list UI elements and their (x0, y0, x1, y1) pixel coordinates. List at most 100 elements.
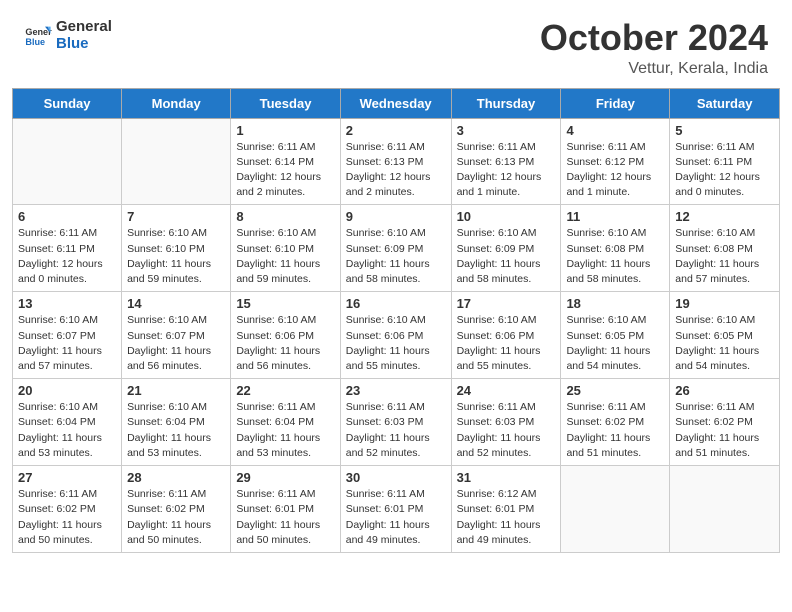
day-number: 23 (346, 383, 446, 398)
day-number: 30 (346, 470, 446, 485)
calendar-cell: 6 Sunrise: 6:11 AMSunset: 6:11 PMDaylight… (13, 205, 122, 292)
day-header-tuesday: Tuesday (231, 88, 340, 118)
calendar-cell: 27 Sunrise: 6:11 AMSunset: 6:02 PMDayligh… (13, 466, 122, 553)
day-info: Sunrise: 6:10 AMSunset: 6:05 PMDaylight:… (566, 313, 664, 374)
day-number: 13 (18, 296, 116, 311)
day-info: Sunrise: 6:10 AMSunset: 6:07 PMDaylight:… (127, 313, 225, 374)
calendar-cell: 5 Sunrise: 6:11 AMSunset: 6:11 PMDaylight… (670, 118, 780, 205)
calendar-cell: 26Sunrise: 6:11 AMSunset: 6:02 PMDayligh… (670, 379, 780, 466)
calendar-cell: 12 Sunrise: 6:10 AMSunset: 6:08 PMDayligh… (670, 205, 780, 292)
calendar-cell: 10 Sunrise: 6:10 AMSunset: 6:09 PMDayligh… (451, 205, 561, 292)
day-number: 21 (127, 383, 225, 398)
calendar-cell (561, 466, 670, 553)
day-header-wednesday: Wednesday (340, 88, 451, 118)
day-number: 15 (236, 296, 334, 311)
calendar-week-3: 13 Sunrise: 6:10 AMSunset: 6:07 PMDayligh… (13, 292, 780, 379)
logo: General Blue General Blue (24, 18, 112, 53)
calendar-cell: 18Sunrise: 6:10 AMSunset: 6:05 PMDayligh… (561, 292, 670, 379)
day-info: Sunrise: 6:10 AMSunset: 6:06 PMDaylight:… (346, 313, 446, 374)
day-number: 27 (18, 470, 116, 485)
day-info: Sunrise: 6:11 AMSunset: 6:04 PMDaylight:… (236, 400, 334, 461)
logo-icon: General Blue (24, 21, 52, 49)
calendar-cell: 17Sunrise: 6:10 AMSunset: 6:06 PMDayligh… (451, 292, 561, 379)
day-header-monday: Monday (122, 88, 231, 118)
day-number: 10 (457, 209, 556, 224)
day-info: Sunrise: 6:11 AMSunset: 6:01 PMDaylight:… (236, 487, 334, 548)
calendar-cell: 16Sunrise: 6:10 AMSunset: 6:06 PMDayligh… (340, 292, 451, 379)
title-block: October 2024 Vettur, Kerala, India (540, 18, 768, 78)
logo-text-general: General (56, 18, 112, 35)
day-number: 5 (675, 123, 774, 138)
day-info: Sunrise: 6:12 AMSunset: 6:01 PMDaylight:… (457, 487, 556, 548)
day-header-friday: Friday (561, 88, 670, 118)
day-number: 12 (675, 209, 774, 224)
day-number: 3 (457, 123, 556, 138)
day-number: 28 (127, 470, 225, 485)
day-info: Sunrise: 6:10 AMSunset: 6:08 PMDaylight:… (675, 226, 774, 287)
calendar-cell: 20 Sunrise: 6:10 AMSunset: 6:04 PMDayligh… (13, 379, 122, 466)
calendar-cell: 8 Sunrise: 6:10 AMSunset: 6:10 PMDaylight… (231, 205, 340, 292)
calendar-cell: 2Sunrise: 6:11 AMSunset: 6:13 PMDaylight… (340, 118, 451, 205)
calendar-cell: 25 Sunrise: 6:11 AMSunset: 6:02 PMDayligh… (561, 379, 670, 466)
calendar-cell: 14 Sunrise: 6:10 AMSunset: 6:07 PMDayligh… (122, 292, 231, 379)
calendar-cell: 1 Sunrise: 6:11 AMSunset: 6:14 PMDaylight… (231, 118, 340, 205)
day-number: 1 (236, 123, 334, 138)
calendar-cell: 11Sunrise: 6:10 AMSunset: 6:08 PMDayligh… (561, 205, 670, 292)
day-info: Sunrise: 6:10 AMSunset: 6:06 PMDaylight:… (457, 313, 556, 374)
calendar-header-row: SundayMondayTuesdayWednesdayThursdayFrid… (13, 88, 780, 118)
day-info: Sunrise: 6:11 AMSunset: 6:11 PMDaylight:… (675, 140, 774, 201)
month-title: October 2024 (540, 18, 768, 58)
day-info: Sunrise: 6:10 AMSunset: 6:07 PMDaylight:… (18, 313, 116, 374)
day-info: Sunrise: 6:11 AMSunset: 6:02 PMDaylight:… (18, 487, 116, 548)
calendar-cell (13, 118, 122, 205)
calendar-week-1: 1 Sunrise: 6:11 AMSunset: 6:14 PMDaylight… (13, 118, 780, 205)
day-header-thursday: Thursday (451, 88, 561, 118)
location-title: Vettur, Kerala, India (540, 60, 768, 78)
day-info: Sunrise: 6:11 AMSunset: 6:13 PMDaylight:… (457, 140, 556, 201)
day-header-sunday: Sunday (13, 88, 122, 118)
day-info: Sunrise: 6:11 AMSunset: 6:14 PMDaylight:… (236, 140, 334, 201)
day-info: Sunrise: 6:10 AMSunset: 6:09 PMDaylight:… (457, 226, 556, 287)
day-header-saturday: Saturday (670, 88, 780, 118)
day-number: 6 (18, 209, 116, 224)
calendar-week-5: 27 Sunrise: 6:11 AMSunset: 6:02 PMDayligh… (13, 466, 780, 553)
calendar-cell: 21 Sunrise: 6:10 AMSunset: 6:04 PMDayligh… (122, 379, 231, 466)
day-number: 8 (236, 209, 334, 224)
day-info: Sunrise: 6:11 AMSunset: 6:11 PMDaylight:… (18, 226, 116, 287)
calendar-cell: 28 Sunrise: 6:11 AMSunset: 6:02 PMDayligh… (122, 466, 231, 553)
calendar-cell: 13 Sunrise: 6:10 AMSunset: 6:07 PMDayligh… (13, 292, 122, 379)
day-number: 2 (346, 123, 446, 138)
day-info: Sunrise: 6:10 AMSunset: 6:04 PMDaylight:… (127, 400, 225, 461)
calendar-cell (670, 466, 780, 553)
calendar-cell: 23Sunrise: 6:11 AMSunset: 6:03 PMDayligh… (340, 379, 451, 466)
calendar-cell: 19Sunrise: 6:10 AMSunset: 6:05 PMDayligh… (670, 292, 780, 379)
day-info: Sunrise: 6:10 AMSunset: 6:04 PMDaylight:… (18, 400, 116, 461)
day-number: 7 (127, 209, 225, 224)
calendar-cell (122, 118, 231, 205)
day-info: Sunrise: 6:10 AMSunset: 6:10 PMDaylight:… (236, 226, 334, 287)
day-number: 29 (236, 470, 334, 485)
day-number: 20 (18, 383, 116, 398)
calendar-wrapper: SundayMondayTuesdayWednesdayThursdayFrid… (0, 88, 792, 565)
calendar-cell: 4Sunrise: 6:11 AMSunset: 6:12 PMDaylight… (561, 118, 670, 205)
day-info: Sunrise: 6:11 AMSunset: 6:01 PMDaylight:… (346, 487, 446, 548)
calendar-cell: 9Sunrise: 6:10 AMSunset: 6:09 PMDaylight… (340, 205, 451, 292)
calendar-week-4: 20 Sunrise: 6:10 AMSunset: 6:04 PMDayligh… (13, 379, 780, 466)
day-info: Sunrise: 6:10 AMSunset: 6:05 PMDaylight:… (675, 313, 774, 374)
calendar-cell: 31 Sunrise: 6:12 AMSunset: 6:01 PMDayligh… (451, 466, 561, 553)
calendar-cell: 24Sunrise: 6:11 AMSunset: 6:03 PMDayligh… (451, 379, 561, 466)
page-header: General Blue General Blue October 2024 V… (0, 0, 792, 88)
calendar-cell: 22Sunrise: 6:11 AMSunset: 6:04 PMDayligh… (231, 379, 340, 466)
day-info: Sunrise: 6:11 AMSunset: 6:02 PMDaylight:… (675, 400, 774, 461)
calendar-cell: 30 Sunrise: 6:11 AMSunset: 6:01 PMDayligh… (340, 466, 451, 553)
day-number: 31 (457, 470, 556, 485)
day-info: Sunrise: 6:11 AMSunset: 6:02 PMDaylight:… (566, 400, 664, 461)
day-number: 11 (566, 209, 664, 224)
calendar-table: SundayMondayTuesdayWednesdayThursdayFrid… (12, 88, 780, 553)
day-info: Sunrise: 6:11 AMSunset: 6:02 PMDaylight:… (127, 487, 225, 548)
day-number: 9 (346, 209, 446, 224)
day-number: 14 (127, 296, 225, 311)
day-number: 25 (566, 383, 664, 398)
day-info: Sunrise: 6:10 AMSunset: 6:06 PMDaylight:… (236, 313, 334, 374)
day-info: Sunrise: 6:11 AMSunset: 6:12 PMDaylight:… (566, 140, 664, 201)
